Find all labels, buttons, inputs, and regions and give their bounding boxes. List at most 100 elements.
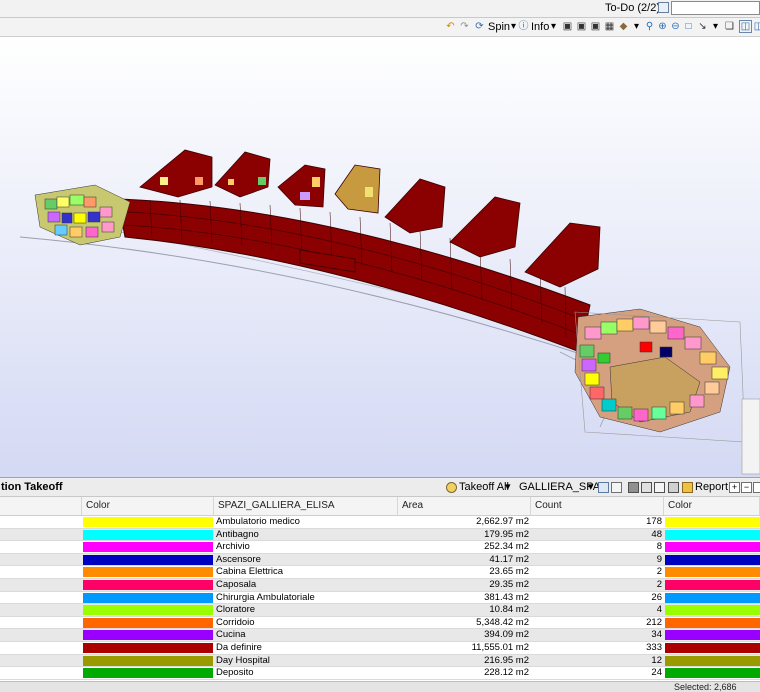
grid-view-icon[interactable] [628, 482, 639, 493]
header-color-2[interactable]: Color [664, 497, 760, 515]
spin-icon[interactable]: ⟳ [473, 20, 486, 33]
header-name[interactable]: SPAZI_GALLIERA_ELISA [214, 497, 398, 515]
color-swatch [83, 605, 213, 616]
report-icon[interactable] [682, 482, 693, 493]
table-row[interactable]: Deposito 228.12 m2 24 [0, 667, 760, 680]
zoom-out-icon[interactable]: ⊖ [669, 20, 682, 33]
table-row[interactable]: Caposala 29.35 m2 2 [0, 579, 760, 592]
header-color[interactable]: Color [82, 497, 214, 515]
space-name: Ambulatorio medico [216, 516, 300, 527]
shade-icon[interactable]: ◆ [617, 20, 630, 33]
color-swatch [665, 630, 760, 641]
back-icon[interactable]: ↶ [444, 20, 457, 33]
info-icon[interactable]: ⓘ [517, 20, 530, 33]
measure-icon[interactable]: ↘ [696, 20, 709, 33]
color-swatch [665, 643, 760, 653]
color-swatch [83, 542, 213, 553]
corridor-block [117, 198, 591, 353]
color-swatch [83, 617, 213, 628]
color-swatch [665, 567, 760, 578]
table-row[interactable]: Cabina Elettrica 23.65 m2 2 [0, 566, 760, 579]
zoom-in-icon[interactable]: ⊕ [656, 20, 669, 33]
area-value: 29.35 m2 [489, 579, 529, 590]
takeoff-icon[interactable] [446, 482, 457, 493]
navigation-cube[interactable] [741, 398, 760, 475]
cube-view-icon[interactable]: ▣ [575, 20, 588, 33]
todo-window-icon[interactable] [658, 2, 669, 13]
area-value: 252.34 m2 [484, 541, 529, 553]
split-view-icon[interactable]: ◫ [752, 20, 760, 33]
copy-icon[interactable] [654, 482, 665, 493]
forward-icon[interactable]: ↷ [458, 20, 471, 33]
table-row[interactable]: Da definire 11,555.01 m2 333 [0, 642, 760, 655]
color-swatch [665, 517, 760, 527]
count-value: 12 [651, 654, 662, 666]
split-view-icon[interactable]: ◫ [739, 20, 752, 33]
area-value: 10.84 m2 [489, 604, 529, 616]
table-row[interactable]: Chirurgia Ambulatoriale 381.43 m2 26 [0, 592, 760, 605]
count-value: 48 [651, 528, 662, 540]
count-value: 2 [656, 579, 662, 590]
color-swatch [665, 605, 760, 616]
area-value: 2,662.97 m2 [476, 516, 529, 527]
table-row[interactable]: Corridoio 5,348.42 m2 212 [0, 617, 760, 630]
header-blank[interactable] [0, 497, 82, 515]
table-row[interactable]: Day Hospital 216.95 m2 12 [0, 654, 760, 668]
status-bar: Selected: 2,686 [0, 681, 760, 692]
expand-icon[interactable]: + [729, 482, 740, 493]
space-name: Cabina Elettrica [216, 566, 284, 578]
count-value: 34 [651, 629, 662, 641]
color-swatch [83, 668, 213, 679]
space-name: Archivio [216, 541, 250, 553]
table-row[interactable]: Ascensore 41.17 m2 9 [0, 553, 760, 567]
color-swatch [83, 554, 213, 565]
cube-view-icon[interactable]: ▣ [589, 20, 602, 33]
filter-select[interactable]: GALLIERA_SPAZI [519, 481, 610, 494]
space-name: Day Hospital [216, 654, 270, 666]
area-value: 179.95 m2 [484, 528, 529, 540]
cube-view-icon[interactable]: ▣ [561, 20, 574, 33]
table-row[interactable]: Antibagno 179.95 m2 48 [0, 528, 760, 542]
table-row[interactable]: Ambulatorio medico 2,662.97 m2 178 [0, 516, 760, 529]
color-swatch [665, 542, 760, 553]
chevron-down-icon[interactable]: ▾ [588, 481, 594, 494]
count-value: 333 [646, 642, 662, 653]
table-row[interactable]: Cucina 394.09 m2 34 [0, 629, 760, 642]
color-swatch [665, 655, 760, 666]
todo-input[interactable] [671, 1, 760, 15]
color-swatch [665, 592, 760, 603]
chevron-down-icon[interactable]: ▾ [505, 481, 511, 494]
table-row[interactable]: Archivio 252.34 m2 8 [0, 541, 760, 554]
section-box-icon[interactable]: ▦ [603, 20, 616, 33]
document-icon[interactable] [611, 482, 622, 493]
takeoff-all-button[interactable]: Takeoff All [459, 481, 509, 494]
space-name: Corridoio [216, 616, 255, 628]
top-bar: To-Do (2/2) [0, 0, 760, 18]
zoom-icon[interactable]: ⚲ [643, 20, 656, 33]
todo-label[interactable]: To-Do (2/2) [605, 1, 660, 16]
color-swatch [83, 567, 213, 578]
chevron-down-icon[interactable]: ▾ [709, 20, 722, 33]
count-value: 4 [656, 604, 662, 616]
header-area[interactable]: Area [398, 497, 531, 515]
space-name: Ascensore [216, 553, 261, 565]
collapse-icon[interactable]: − [741, 482, 752, 493]
list-view-icon[interactable] [641, 482, 652, 493]
color-swatch [665, 529, 760, 540]
table-header: Color SPAZI_GALLIERA_ELISA Area Count Co… [0, 497, 760, 516]
chevron-down-icon[interactable]: ▾ [630, 20, 643, 33]
zoom-extents-icon[interactable]: □ [682, 20, 695, 33]
3d-viewport[interactable] [0, 37, 760, 478]
tree-view-icon[interactable] [668, 482, 679, 493]
report-button[interactable]: Report [695, 481, 728, 494]
window-icon[interactable]: ❏ [723, 20, 736, 33]
refresh-icon[interactable] [598, 482, 609, 493]
building-model[interactable] [0, 37, 760, 477]
chevron-down-icon[interactable]: ▾ [547, 20, 560, 33]
table-row[interactable]: Cloratore 10.84 m2 4 [0, 604, 760, 617]
panel-title: tion Takeoff [1, 481, 63, 493]
menu-icon[interactable] [753, 482, 760, 493]
header-count[interactable]: Count [531, 497, 664, 515]
area-value: 228.12 m2 [484, 667, 529, 679]
takeoff-table: Color SPAZI_GALLIERA_ELISA Area Count Co… [0, 497, 760, 681]
